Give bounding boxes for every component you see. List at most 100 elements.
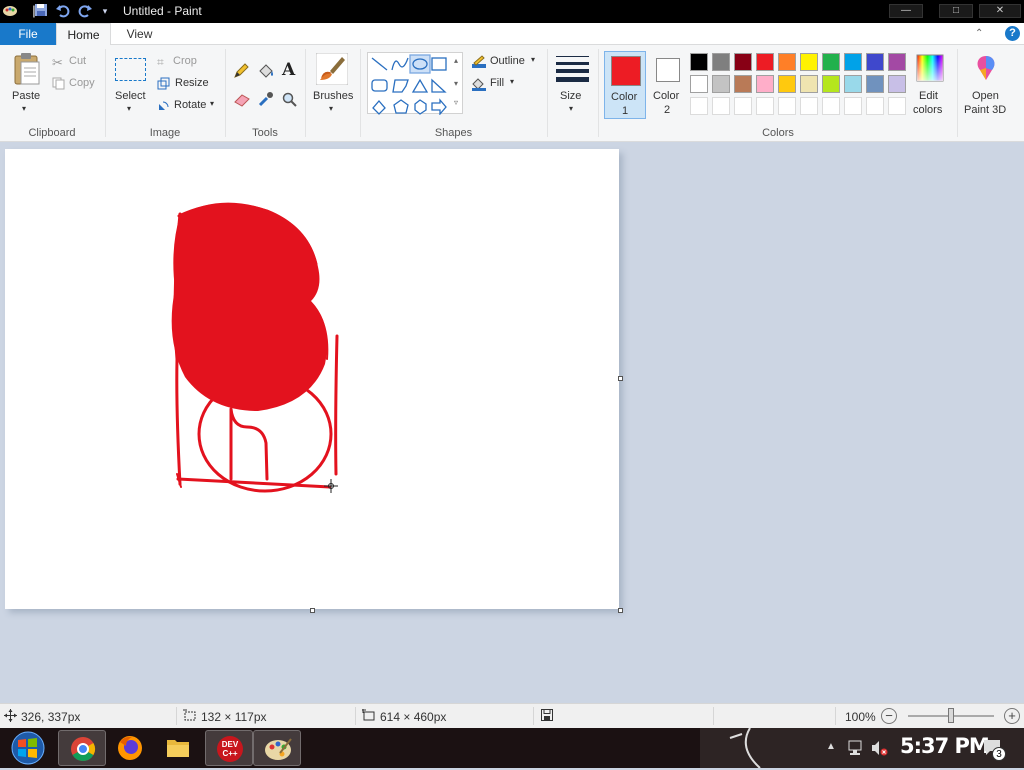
rotate-button[interactable]: Rotate <box>174 99 206 111</box>
select-button[interactable]: Select <box>115 90 146 102</box>
cut-button[interactable]: Cut <box>69 55 86 67</box>
size-button[interactable]: Size <box>560 90 581 102</box>
brushes-button[interactable]: Brushes <box>313 90 353 102</box>
text-tool-icon[interactable]: A <box>282 60 295 80</box>
fill-bucket-icon[interactable] <box>257 63 275 82</box>
zoom-slider-thumb[interactable] <box>948 708 954 723</box>
palette-swatch[interactable] <box>866 53 884 71</box>
paste-dropdown-icon[interactable]: ▾ <box>22 104 26 113</box>
palette-swatch[interactable] <box>844 97 862 115</box>
edit-colors-label-2[interactable]: colors <box>913 104 942 116</box>
palette-swatch[interactable] <box>690 53 708 71</box>
palette-swatch[interactable] <box>800 75 818 93</box>
select-dropdown-icon[interactable]: ▾ <box>127 104 131 113</box>
resize-handle-corner[interactable] <box>618 608 623 613</box>
palette-swatch[interactable] <box>778 53 796 71</box>
drawing-canvas[interactable] <box>5 149 619 609</box>
color2-button[interactable]: Color 2 <box>650 51 686 119</box>
open-paint3d-label[interactable]: Open <box>972 90 999 102</box>
palette-swatch[interactable] <box>822 75 840 93</box>
fill-button[interactable]: Fill <box>490 77 504 89</box>
resize-handle-bottom[interactable] <box>310 608 315 613</box>
outline-button[interactable]: Outline <box>490 55 525 67</box>
maximize-button[interactable]: □ <box>939 4 973 18</box>
palette-swatch[interactable] <box>756 75 774 93</box>
palette-swatch[interactable] <box>690 75 708 93</box>
resize-button[interactable]: Resize <box>175 77 209 89</box>
brushes-icon[interactable] <box>315 52 349 88</box>
select-icon[interactable] <box>115 58 146 81</box>
resize-handle-right[interactable] <box>618 376 623 381</box>
palette-swatch[interactable] <box>888 53 906 71</box>
pencil-icon[interactable] <box>233 63 249 82</box>
brushes-dropdown-icon[interactable]: ▾ <box>329 104 333 113</box>
palette-swatch[interactable] <box>756 97 774 115</box>
paint-app-icon[interactable] <box>2 3 18 19</box>
palette-swatch[interactable] <box>756 53 774 71</box>
minimize-button[interactable]: — <box>889 4 923 18</box>
crop-button[interactable]: Crop <box>173 55 197 67</box>
palette-swatch[interactable] <box>712 97 730 115</box>
paint3d-icon[interactable] <box>972 54 1000 85</box>
size-dropdown-icon[interactable]: ▾ <box>569 104 573 113</box>
palette-swatch[interactable] <box>866 97 884 115</box>
redo-icon[interactable] <box>77 3 93 19</box>
paste-button[interactable]: Paste <box>12 90 40 102</box>
tab-file[interactable]: File <box>0 23 56 45</box>
taskbar-dev-cpp[interactable]: DEV C++ <box>205 730 253 766</box>
palette-swatch[interactable] <box>866 75 884 93</box>
open-paint3d-label-2[interactable]: Paint 3D <box>964 104 1006 116</box>
palette-swatch[interactable] <box>778 75 796 93</box>
palette-swatch[interactable] <box>822 97 840 115</box>
palette-swatch[interactable] <box>734 97 752 115</box>
palette-swatch[interactable] <box>888 97 906 115</box>
volume-muted-icon[interactable] <box>870 739 888 760</box>
magnifier-icon[interactable] <box>282 92 297 110</box>
fill-dropdown-icon[interactable]: ▾ <box>510 77 514 86</box>
palette-swatch[interactable] <box>822 53 840 71</box>
palette-swatch[interactable] <box>800 53 818 71</box>
tab-view[interactable]: View <box>112 23 167 45</box>
taskbar-chrome[interactable] <box>58 730 106 766</box>
line-size-icon[interactable] <box>556 55 589 86</box>
network-icon[interactable] <box>846 739 864 760</box>
minimize-ribbon-icon[interactable]: ⌃ <box>975 28 983 39</box>
palette-swatch[interactable] <box>712 53 730 71</box>
customize-quick-access-icon[interactable]: ▾ <box>97 3 113 19</box>
close-button[interactable]: ✕ <box>979 4 1021 18</box>
tab-home[interactable]: Home <box>56 23 111 46</box>
palette-swatch[interactable] <box>734 75 752 93</box>
taskbar-firefox[interactable] <box>106 730 154 766</box>
show-hidden-icons[interactable]: ▲ <box>826 741 836 752</box>
palette-swatch[interactable] <box>712 75 730 93</box>
palette-swatch[interactable] <box>844 53 862 71</box>
color1-button[interactable]: Color 1 <box>604 51 646 119</box>
shapes-scroll-up-icon[interactable]: ▴ <box>454 56 458 65</box>
clock[interactable]: 5:37 PM <box>900 734 990 758</box>
save-icon[interactable] <box>33 3 49 19</box>
shapes-scroll-down-icon[interactable]: ▾ <box>454 79 458 88</box>
eraser-icon[interactable] <box>233 93 251 110</box>
palette-swatch[interactable] <box>734 53 752 71</box>
paste-icon[interactable] <box>13 52 41 89</box>
start-button[interactable] <box>4 730 52 766</box>
shapes-more-icon[interactable]: ▿ <box>454 98 458 107</box>
taskbar-paint[interactable] <box>253 730 301 766</box>
canvas-workspace[interactable] <box>0 142 1024 701</box>
edit-colors-icon[interactable] <box>916 54 944 85</box>
rotate-dropdown-icon[interactable]: ▾ <box>210 99 214 108</box>
palette-swatch[interactable] <box>778 97 796 115</box>
zoom-in-button[interactable]: + <box>1004 708 1020 724</box>
copy-button[interactable]: Copy <box>69 77 95 89</box>
outline-dropdown-icon[interactable]: ▾ <box>531 55 535 64</box>
taskbar-file-explorer[interactable] <box>154 730 202 766</box>
edit-colors-label[interactable]: Edit <box>919 90 938 102</box>
palette-swatch[interactable] <box>844 75 862 93</box>
zoom-out-button[interactable]: − <box>881 708 897 724</box>
palette-swatch[interactable] <box>800 97 818 115</box>
color-picker-icon[interactable] <box>258 91 274 110</box>
undo-icon[interactable] <box>55 3 71 19</box>
palette-swatch[interactable] <box>888 75 906 93</box>
palette-swatch[interactable] <box>690 97 708 115</box>
help-icon[interactable]: ? <box>1005 26 1020 41</box>
